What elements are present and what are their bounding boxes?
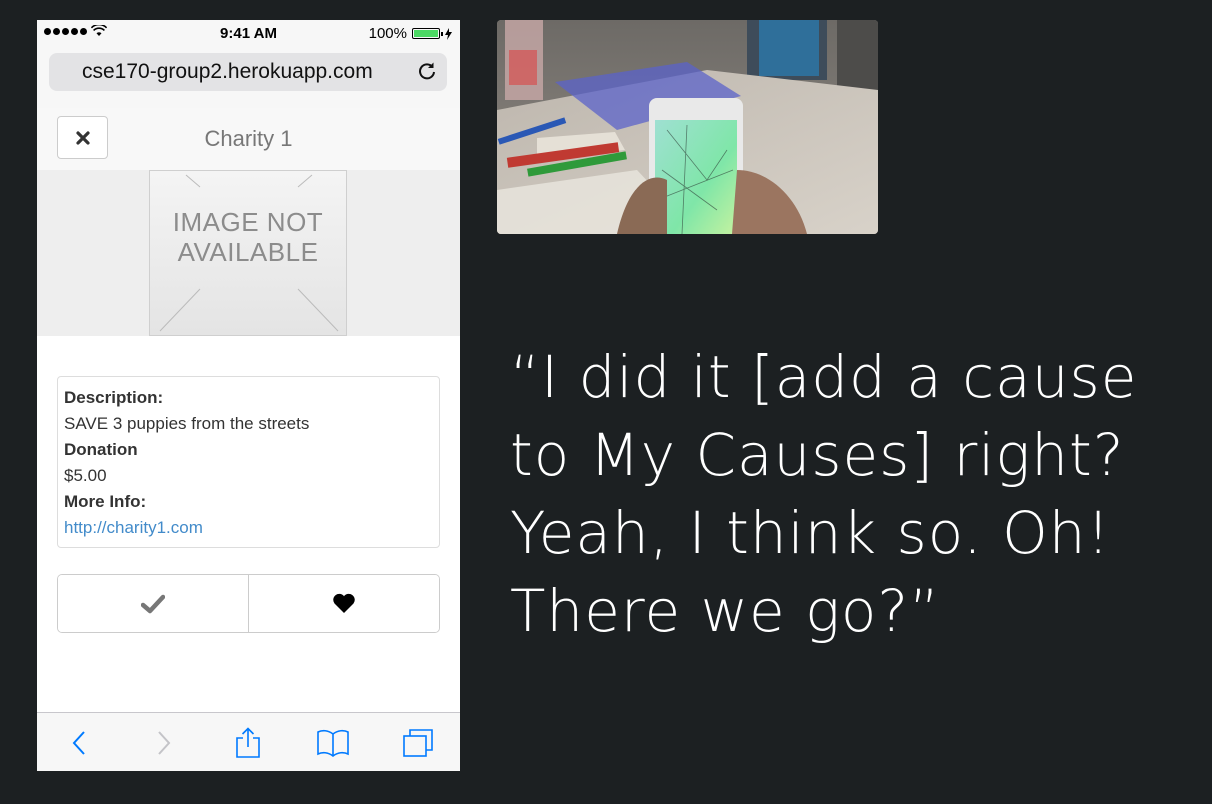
back-icon [72, 730, 86, 755]
tabs-icon [402, 728, 433, 757]
image-placeholder: IMAGE NOT AVAILABLE [149, 170, 347, 336]
battery-icon [412, 28, 443, 39]
back-button[interactable] [61, 725, 97, 761]
bookmarks-button[interactable] [315, 725, 351, 761]
user-quote: “I did it [add a cause to My Causes] rig… [510, 343, 1138, 645]
placeholder-line-2: AVAILABLE [177, 237, 319, 267]
share-button[interactable] [230, 725, 266, 761]
checkmark-icon [141, 594, 165, 613]
description-label: Description: [64, 388, 164, 407]
safari-toolbar [37, 712, 460, 771]
status-bar: 9:41 AM 100% [37, 20, 460, 46]
share-icon [236, 726, 261, 758]
description-value: SAVE 3 puppies from the streets [64, 414, 310, 433]
video-scene-image [497, 20, 878, 234]
url-text: cse170-group2.herokuapp.com [82, 60, 373, 83]
user-test-video-thumbnail [497, 20, 878, 234]
donation-value: $5.00 [64, 466, 107, 485]
bookmarks-icon [317, 729, 349, 757]
battery-percentage: 100% [368, 25, 407, 42]
charity-image-area: IMAGE NOT AVAILABLE [37, 170, 460, 336]
image-not-available-text: IMAGE NOT AVAILABLE [150, 207, 346, 267]
placeholder-line-1: IMAGE NOT [172, 207, 324, 237]
forward-button[interactable] [146, 725, 182, 761]
check-button[interactable] [58, 575, 248, 632]
page-title: Charity 1 [204, 126, 293, 151]
charging-icon [445, 27, 452, 40]
tabs-button[interactable] [400, 725, 436, 761]
donation-label: Donation [64, 440, 138, 459]
battery-status: 100% [369, 25, 452, 42]
charity-details-panel: Description: SAVE 3 puppies from the str… [57, 376, 440, 548]
heart-icon [333, 593, 355, 613]
app-header: Charity 1 [37, 108, 460, 170]
forward-icon [158, 730, 171, 755]
favorite-button[interactable] [248, 575, 439, 632]
more-info-link[interactable]: http://charity1.com [64, 515, 433, 541]
reload-icon[interactable] [417, 61, 437, 81]
action-button-group [57, 574, 440, 633]
phone-screen: 9:41 AM 100% cse170-group2.herokuapp.com… [37, 20, 460, 771]
more-info-label: More Info: [64, 492, 147, 511]
address-bar[interactable]: cse170-group2.herokuapp.com [49, 53, 447, 91]
